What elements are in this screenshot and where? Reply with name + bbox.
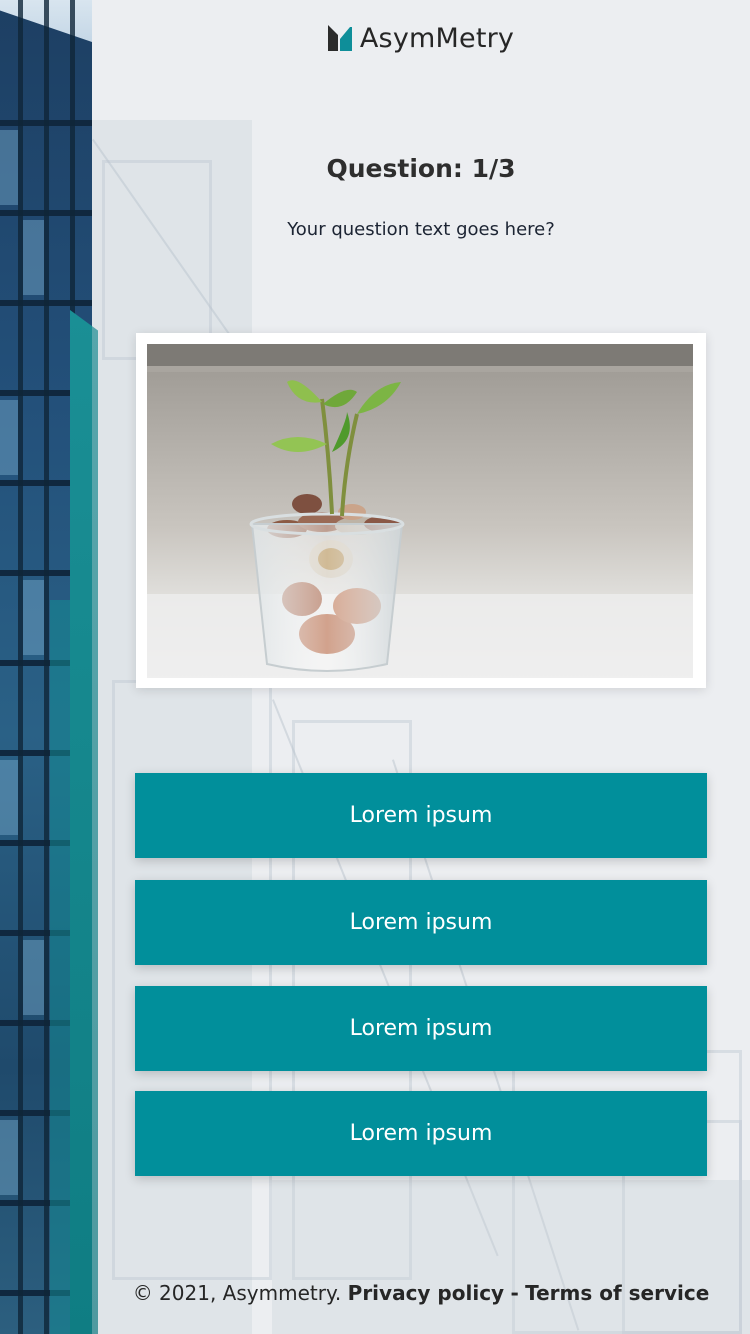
app-header: AsymMetry: [92, 18, 750, 58]
question-image-frame: [136, 333, 706, 688]
footer-separator: -: [510, 1281, 519, 1305]
question-text: Your question text goes here?: [287, 219, 555, 240]
answer-option-4[interactable]: Lorem ipsum: [135, 1091, 707, 1176]
footer: © 2021, Asymmetry. Privacy policy - Term…: [92, 1281, 750, 1305]
terms-of-service-link[interactable]: Terms of service: [525, 1281, 709, 1305]
footer-copyright: © 2021, Asymmetry.: [132, 1281, 342, 1305]
answer-option-2[interactable]: Lorem ipsum: [135, 880, 707, 965]
question-title: Question: 1/3: [326, 154, 516, 183]
answer-option-3[interactable]: Lorem ipsum: [135, 986, 707, 1071]
plant-in-coin-jar-photo: [147, 344, 693, 678]
brand-name: AsymMetry: [359, 22, 515, 54]
asymmetry-logo-icon: [327, 25, 352, 51]
background-teal-accent: [50, 600, 72, 1334]
privacy-policy-link[interactable]: Privacy policy: [348, 1281, 504, 1305]
answer-option-1[interactable]: Lorem ipsum: [135, 773, 707, 858]
